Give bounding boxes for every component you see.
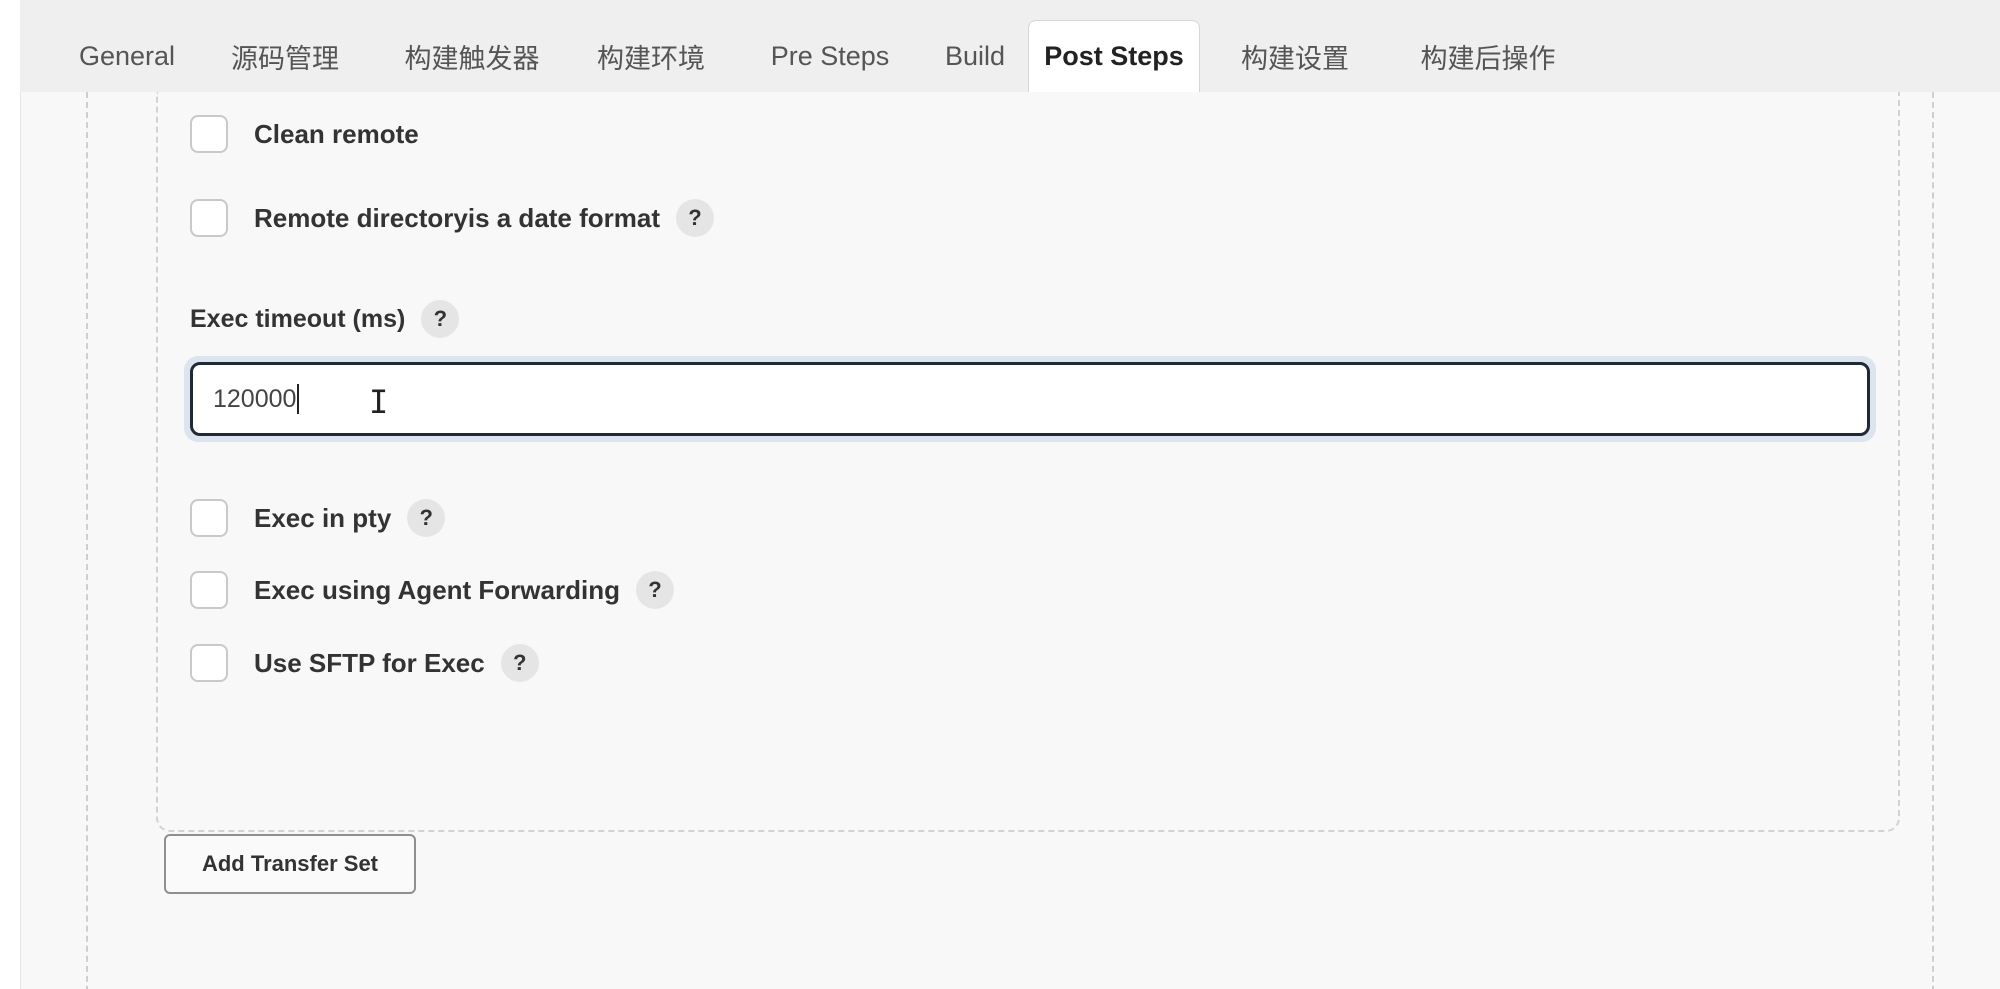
left-edge-panel <box>0 0 21 989</box>
add-transfer-set-button[interactable]: Add Transfer Set <box>164 834 416 894</box>
exec-timeout-value: 120000 <box>213 384 297 413</box>
clean-remote-row: Clean remote <box>190 112 419 156</box>
tab-source-code-management[interactable]: 源码管理 <box>210 20 360 92</box>
clean-remote-checkbox[interactable] <box>190 115 228 153</box>
exec-agent-forwarding-checkbox[interactable] <box>190 571 228 609</box>
exec-agent-forwarding-label: Exec using Agent Forwarding <box>254 574 620 605</box>
help-icon[interactable]: ? <box>407 499 446 537</box>
tab-build-settings[interactable]: 构建设置 <box>1220 20 1370 92</box>
remote-date-format-row: Remote directoryis a date format ? <box>190 196 715 240</box>
help-icon[interactable]: ? <box>421 300 460 338</box>
tab-build[interactable]: Build <box>920 20 1030 92</box>
use-sftp-checkbox[interactable] <box>190 644 228 682</box>
config-tab-bar: General 源码管理 构建触发器 构建环境 Pre Steps Build … <box>20 0 2000 92</box>
exec-in-pty-label: Exec in pty <box>254 502 392 533</box>
tab-build-triggers[interactable]: 构建触发器 <box>382 20 562 92</box>
clean-remote-label: Clean remote <box>254 118 419 149</box>
tab-general[interactable]: General <box>62 20 192 92</box>
remote-date-format-label: Remote directoryis a date format <box>254 202 661 233</box>
exec-timeout-label-row: Exec timeout (ms) ? <box>190 298 460 340</box>
tab-build-environment[interactable]: 构建环境 <box>576 20 726 92</box>
exec-in-pty-row: Exec in pty ? <box>190 496 446 540</box>
ibeam-cursor-icon: I <box>369 383 389 421</box>
exec-timeout-label: Exec timeout (ms) <box>190 304 406 333</box>
exec-timeout-focus-ring: 120000 I <box>184 356 1876 442</box>
text-caret <box>297 384 300 414</box>
use-sftp-label: Use SFTP for Exec <box>254 647 485 678</box>
remote-date-format-checkbox[interactable] <box>190 199 228 237</box>
use-sftp-row: Use SFTP for Exec ? <box>190 641 539 685</box>
exec-agent-forwarding-row: Exec using Agent Forwarding ? <box>190 568 674 612</box>
help-icon[interactable]: ? <box>500 644 539 682</box>
help-icon[interactable]: ? <box>635 571 674 609</box>
tab-post-build-actions[interactable]: 构建后操作 <box>1398 20 1578 92</box>
exec-in-pty-checkbox[interactable] <box>190 499 228 537</box>
tab-post-steps[interactable]: Post Steps <box>1028 20 1200 92</box>
jenkins-config-page: General 源码管理 构建触发器 构建环境 Pre Steps Build … <box>0 0 2000 989</box>
exec-timeout-input[interactable]: 120000 I <box>190 362 1870 436</box>
help-icon[interactable]: ? <box>676 199 715 237</box>
tab-pre-steps[interactable]: Pre Steps <box>750 20 910 92</box>
